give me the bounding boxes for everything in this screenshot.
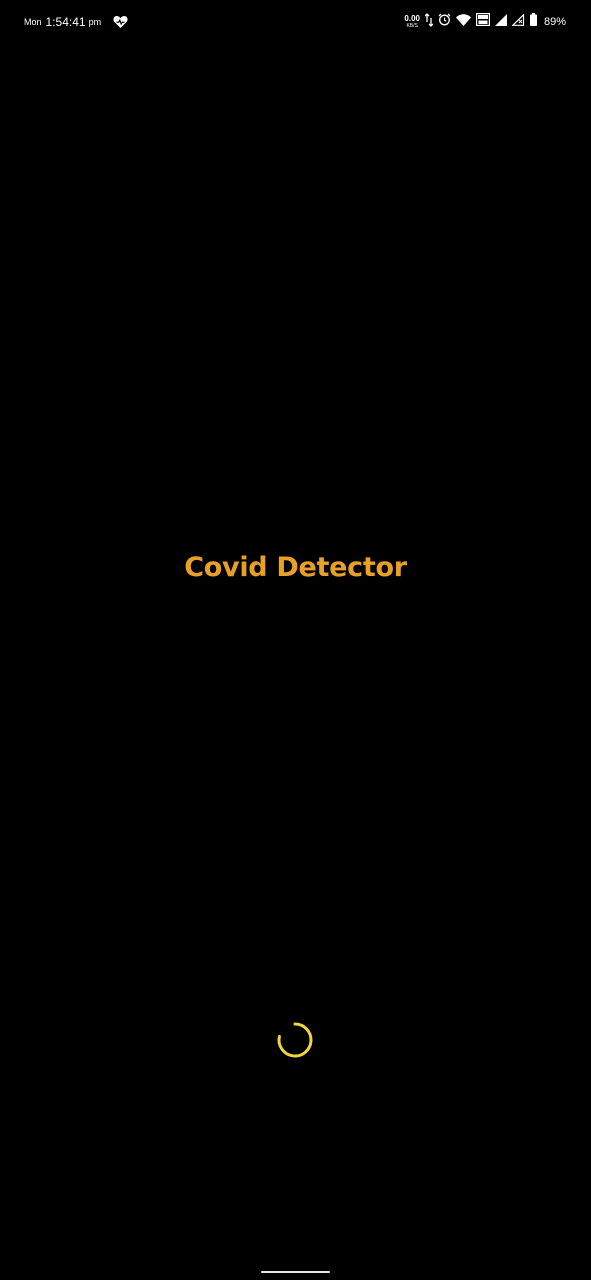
status-day: Mon — [24, 17, 42, 27]
battery-icon — [529, 13, 537, 31]
status-left: Mon 1:54:41 pm — [24, 12, 128, 32]
net-speed-unit: KB/S — [406, 23, 418, 29]
status-time: 1:54:41 — [45, 15, 86, 29]
net-speed: 0.00 KB/S — [404, 15, 420, 29]
data-arrows-icon — [424, 12, 434, 32]
signal-icon — [494, 13, 507, 31]
status-bar: Mon 1:54:41 pm 0.00 KB/S 89% — [0, 0, 591, 42]
status-right: 0.00 KB/S 89% — [404, 12, 566, 32]
home-indicator[interactable] — [261, 1271, 330, 1273]
loading-spinner — [277, 1022, 313, 1058]
alarm-icon — [438, 13, 451, 31]
wifi-icon — [455, 13, 471, 31]
battery-percent: 89% — [543, 16, 566, 28]
app-title: Covid Detector — [184, 552, 407, 583]
volte-icon — [475, 13, 490, 31]
net-speed-value: 0.00 — [404, 14, 420, 23]
heart-icon — [113, 15, 128, 29]
status-ampm: pm — [88, 17, 102, 27]
signal-no-service-icon — [511, 13, 525, 31]
